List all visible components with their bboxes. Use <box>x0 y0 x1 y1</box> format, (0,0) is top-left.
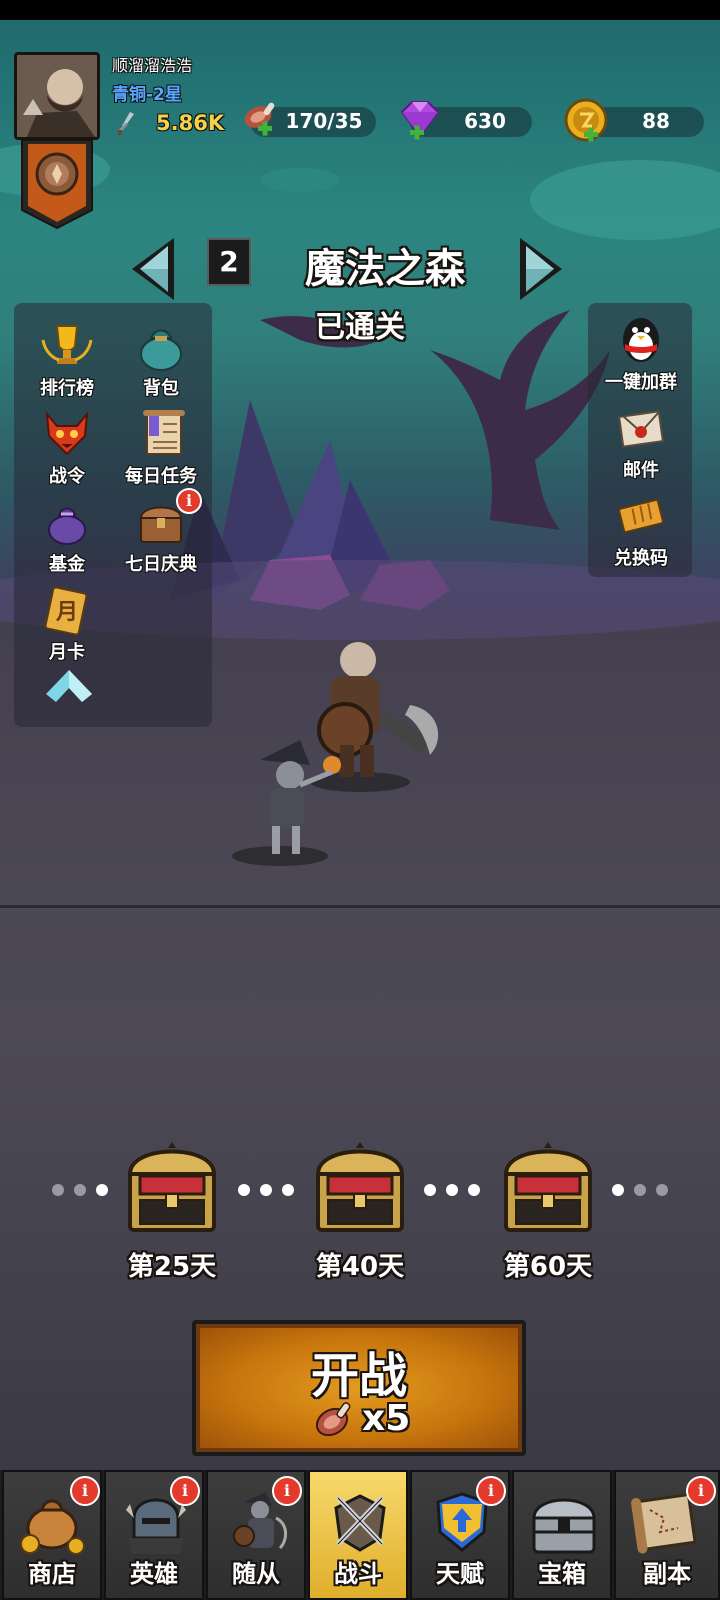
menu-label: 基金 <box>49 554 85 575</box>
milestone-chest-1[interactable] <box>124 1140 220 1240</box>
menu-month-card[interactable]: 月 月卡 <box>22 582 112 668</box>
scroll-icon <box>143 410 185 455</box>
notification-badge: i <box>70 1476 100 1506</box>
chevron-left-icon <box>132 238 174 300</box>
menu-label: 排行榜 <box>40 378 94 399</box>
rank-banner[interactable] <box>18 139 96 230</box>
prev-level-button[interactable] <box>128 236 176 302</box>
penguin-icon <box>623 318 659 362</box>
trophy-icon <box>41 325 93 364</box>
player-rank: 青铜-2星 <box>112 85 182 105</box>
menu-label: 一键加群 <box>605 372 677 393</box>
mail-icon <box>617 410 665 448</box>
tab-label: 随从 <box>232 1560 280 1588</box>
bottom-navigation: 商店 i 英雄 i 随从 i 战斗 天赋 i 宝箱 副本 i <box>0 1470 720 1600</box>
tab-battle[interactable]: 战斗 <box>308 1470 408 1600</box>
ticket-icon <box>618 498 664 534</box>
menu-label: 邮件 <box>623 460 659 481</box>
level-title: 魔法之森 <box>305 246 465 292</box>
level-status: 已通关 <box>315 310 405 345</box>
start-battle-cost: x5 <box>362 1398 411 1439</box>
milestone-chest-3[interactable] <box>500 1140 596 1240</box>
tab-label: 宝箱 <box>538 1560 586 1588</box>
menu-label: 七日庆典 <box>125 554 197 575</box>
menu-backpack[interactable]: 背包 <box>116 318 206 404</box>
sword-icon <box>116 112 136 136</box>
bag-icon <box>140 329 182 371</box>
battle-pass-icon <box>45 410 89 456</box>
chevron-right-icon <box>520 238 562 300</box>
progress-dots <box>612 1184 668 1196</box>
gems-value: 630 <box>464 109 506 133</box>
menu-mail[interactable]: 邮件 <box>596 400 686 486</box>
treasure-icon <box>532 1498 596 1554</box>
treasure-chest-icon <box>503 1142 593 1232</box>
tab-treasure[interactable]: 宝箱 <box>512 1470 612 1600</box>
start-battle-button[interactable]: 开战 x5 <box>192 1320 526 1456</box>
collapse-menu-button[interactable] <box>44 666 94 706</box>
menu-label: 战令 <box>49 466 85 487</box>
status-bar <box>0 0 720 20</box>
level-number: 2 <box>207 238 251 286</box>
tab-label: 战斗 <box>334 1560 382 1588</box>
combat-power: 5.86K <box>156 111 225 135</box>
meat-icon <box>315 1402 351 1437</box>
notification-badge: i <box>176 488 202 514</box>
gem-plus-icon[interactable] <box>396 100 444 144</box>
player-avatar[interactable] <box>14 52 100 140</box>
next-level-button[interactable] <box>518 236 566 302</box>
treasure-chest-icon <box>127 1142 217 1232</box>
milestone-label: 第25天 <box>127 1252 217 1282</box>
tab-label: 商店 <box>28 1560 76 1588</box>
meat-plus-icon[interactable] <box>240 100 278 142</box>
treasure-chest-icon <box>315 1142 405 1232</box>
notification-badge: i <box>686 1476 716 1506</box>
milestone-chest-2[interactable] <box>312 1140 408 1240</box>
milestone-label: 第60天 <box>503 1252 593 1282</box>
start-battle-label: 开战 <box>310 1348 407 1404</box>
coins-value: 88 <box>642 109 670 133</box>
menu-battle-pass[interactable]: 战令 <box>22 406 112 492</box>
progress-dots <box>424 1184 480 1196</box>
tab-label: 英雄 <box>130 1560 178 1588</box>
notification-badge: i <box>272 1476 302 1506</box>
milestone-label: 第40天 <box>315 1252 405 1282</box>
chevron-up-icon <box>46 670 92 702</box>
menu-redeem-code[interactable]: 兑换码 <box>596 488 686 574</box>
progress-dots <box>52 1184 108 1196</box>
menu-label: 兑换码 <box>614 548 668 569</box>
tab-label: 副本 <box>643 1560 691 1588</box>
menu-label: 月卡 <box>49 642 85 663</box>
notification-badge: i <box>170 1476 200 1506</box>
stamina-value: 170/35 <box>285 109 363 133</box>
menu-label: 每日任务 <box>125 466 197 487</box>
menu-daily-tasks[interactable]: 每日任务 <box>116 406 206 492</box>
coin-plus-icon[interactable] <box>562 98 610 146</box>
progress-dots <box>238 1184 294 1196</box>
menu-leaderboard[interactable]: 排行榜 <box>22 318 112 404</box>
month-card-glyph: 月 <box>55 600 78 625</box>
fund-bag-icon <box>48 507 86 545</box>
menu-fund[interactable]: 基金 <box>22 494 112 580</box>
notification-badge: i <box>476 1476 506 1506</box>
player-name: 顺溜溜浩浩 <box>112 56 193 75</box>
menu-label: 背包 <box>143 378 179 399</box>
battle-icon <box>334 1494 386 1552</box>
tab-label: 天赋 <box>436 1560 484 1588</box>
menu-join-group[interactable]: 一键加群 <box>596 312 686 398</box>
